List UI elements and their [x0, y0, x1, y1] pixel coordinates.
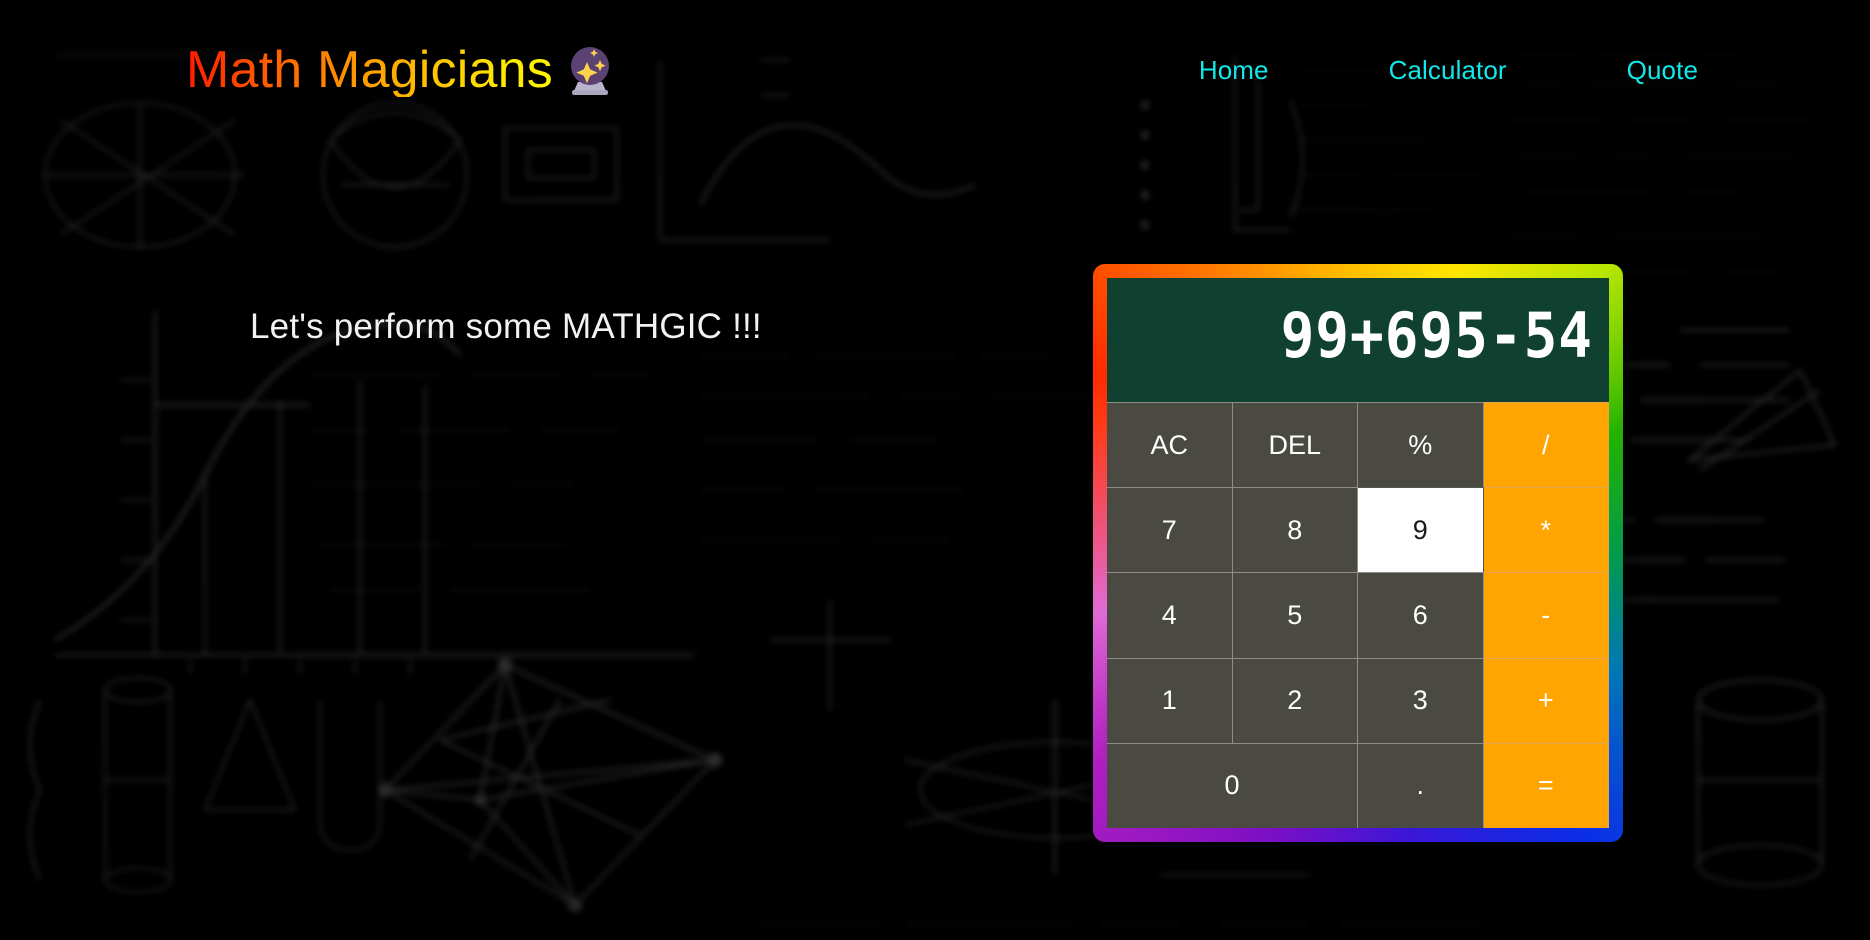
- calculator-keypad: AC DEL%/ 7 8 9 * 4 5 6- 1 2 3 +0. =: [1107, 402, 1609, 828]
- key-percent[interactable]: %: [1358, 402, 1484, 488]
- key-delete[interactable]: DEL: [1232, 402, 1358, 488]
- brand-logo[interactable]: Math Magicians: [186, 41, 613, 100]
- key-decimal[interactable]: .: [1358, 742, 1484, 828]
- hero-tagline: Let's perform some MATHGIC !!!: [250, 307, 762, 346]
- key-divide[interactable]: /: [1483, 402, 1609, 488]
- crystal-ball-icon: [567, 41, 613, 100]
- key-equals[interactable]: =: [1483, 742, 1609, 828]
- key-all-clear[interactable]: AC: [1107, 402, 1233, 488]
- key-9[interactable]: 9: [1358, 487, 1484, 573]
- key-2[interactable]: 2: [1232, 657, 1358, 743]
- calculator-display: 99+695-54: [1107, 278, 1609, 402]
- calculator-body: 99+695-54 AC DEL%/ 7 8 9 * 4 5 6- 1 2 3 +0. =: [1107, 278, 1609, 828]
- nav-link-home[interactable]: Home: [1199, 55, 1269, 86]
- key-0[interactable]: 0: [1107, 742, 1358, 828]
- key-4[interactable]: 4: [1107, 572, 1233, 658]
- nav-link-calculator[interactable]: Calculator: [1389, 55, 1507, 86]
- nav-link-quote[interactable]: Quote: [1627, 55, 1698, 86]
- key-3[interactable]: 3: [1358, 657, 1484, 743]
- brand-title: Math Magicians: [186, 40, 553, 99]
- key-7[interactable]: 7: [1107, 487, 1233, 573]
- display-value: 99+695-54: [1280, 300, 1593, 373]
- key-5[interactable]: 5: [1232, 572, 1358, 658]
- main-navigation: Home Calculator Quote: [1199, 55, 1698, 86]
- key-8[interactable]: 8: [1232, 487, 1358, 573]
- key-1[interactable]: 1: [1107, 657, 1233, 743]
- key-add[interactable]: +: [1483, 657, 1609, 743]
- key-subtract[interactable]: -: [1483, 572, 1609, 658]
- key-6[interactable]: 6: [1358, 572, 1484, 658]
- site-header: Math Magicians Home Calculator Quote: [0, 0, 1870, 140]
- key-multiply[interactable]: *: [1483, 487, 1609, 573]
- calculator-widget: 99+695-54 AC DEL%/ 7 8 9 * 4 5 6- 1 2 3 +0. =: [1093, 264, 1623, 842]
